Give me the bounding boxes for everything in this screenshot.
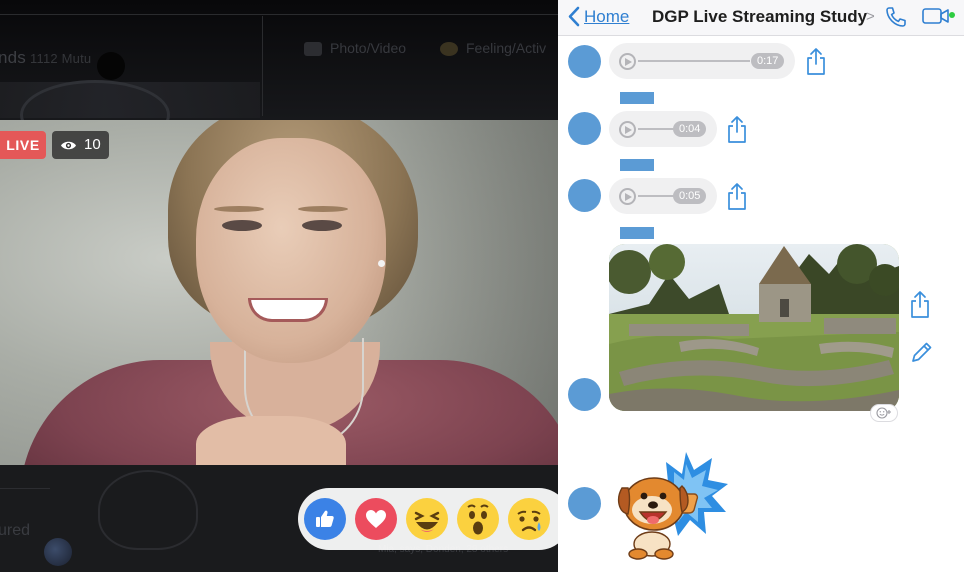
surprised-face-icon <box>467 504 489 535</box>
play-icon[interactable] <box>619 121 636 138</box>
back-label: Home <box>584 6 630 26</box>
back-button[interactable]: Home <box>568 6 629 27</box>
photo-message[interactable] <box>609 244 899 411</box>
add-reaction-button[interactable] <box>870 404 898 422</box>
video-smile <box>248 298 328 322</box>
live-badge: LIVE <box>0 131 46 159</box>
heart-icon <box>366 510 386 528</box>
puppy-thumbs-up-sticker <box>617 452 728 560</box>
sender-name-tag <box>620 159 654 171</box>
viewer-count-badge: 10 <box>52 131 109 159</box>
sender-name-tag <box>620 227 654 239</box>
background-friends-text: nds 1112 Mutu <box>0 48 92 67</box>
audio-track <box>638 128 678 130</box>
video-face <box>196 138 386 363</box>
live-stream-panel: nds 1112 Mutu Photo/Video Feeling/Activ L… <box>0 0 558 572</box>
video-brow-right <box>298 206 348 212</box>
background-divider <box>0 14 558 15</box>
video-camera-icon <box>922 8 949 24</box>
sad-face-icon <box>517 510 541 532</box>
background-line <box>0 488 50 489</box>
active-status-dot <box>949 12 955 18</box>
thumbs-up-icon <box>316 510 334 527</box>
share-button[interactable] <box>806 47 826 80</box>
play-icon[interactable] <box>619 188 636 205</box>
sad-reaction-button[interactable] <box>508 498 550 540</box>
phone-call-button[interactable] <box>884 5 908 34</box>
video-eye-right <box>302 220 342 231</box>
live-video[interactable] <box>0 120 558 465</box>
audio-message[interactable]: 0:17 <box>609 43 795 79</box>
video-call-button[interactable] <box>922 7 950 30</box>
nav-bar: Home DGP Live Streaming Study > <box>558 0 964 36</box>
edit-button[interactable] <box>910 340 934 369</box>
share-icon <box>911 291 929 318</box>
background-sticker-outline <box>98 470 198 550</box>
background-avatar <box>97 52 125 80</box>
messenger-panel: Home DGP Live Streaming Study > 0:17 0:0… <box>558 0 964 572</box>
sticker-message[interactable] <box>608 450 730 565</box>
title-chevron-icon: > <box>866 8 875 25</box>
viewer-count: 10 <box>84 136 101 153</box>
audio-message[interactable]: 0:05 <box>609 178 717 214</box>
eye-icon <box>61 141 76 149</box>
audio-duration: 0:17 <box>751 53 785 69</box>
sender-avatar[interactable] <box>568 378 601 411</box>
video-brow-left <box>214 206 264 212</box>
background-divider-vertical <box>262 16 263 116</box>
photo-video-icon <box>304 42 322 56</box>
audio-duration: 0:04 <box>673 121 707 137</box>
conversation-title[interactable]: DGP Live Streaming Study <box>652 7 867 27</box>
haha-reaction-button[interactable] <box>406 498 448 540</box>
background-feeling: Feeling/Activ <box>466 40 547 56</box>
audio-track <box>638 195 678 197</box>
wow-reaction-button[interactable] <box>457 498 499 540</box>
audio-message[interactable]: 0:04 <box>609 111 717 147</box>
background-photo-video: Photo/Video <box>330 40 407 56</box>
share-icon <box>728 183 746 210</box>
laughing-face-icon <box>414 511 440 532</box>
love-reaction-button[interactable] <box>355 498 397 540</box>
video-hand <box>196 416 346 465</box>
audio-duration: 0:05 <box>673 188 707 204</box>
share-button[interactable] <box>727 115 747 148</box>
share-button[interactable] <box>910 290 930 323</box>
feeling-icon <box>440 42 458 56</box>
sender-avatar[interactable] <box>568 487 601 520</box>
sender-avatar[interactable] <box>568 112 601 145</box>
ruins-photo <box>609 244 899 411</box>
audio-track <box>638 60 750 62</box>
share-icon <box>807 48 825 75</box>
video-eye-left <box>222 220 262 231</box>
smiley-plus-icon <box>876 407 891 419</box>
share-button[interactable] <box>727 182 747 215</box>
phone-icon <box>886 7 906 27</box>
background-globe <box>44 538 72 566</box>
sender-avatar[interactable] <box>568 45 601 78</box>
video-earring <box>378 260 385 267</box>
sender-avatar[interactable] <box>568 179 601 212</box>
pencil-icon <box>912 342 932 362</box>
like-reaction-button[interactable] <box>304 498 346 540</box>
play-icon[interactable] <box>619 53 636 70</box>
share-icon <box>728 116 746 143</box>
sender-name-tag <box>620 92 654 104</box>
background-featured-text: ured <box>0 522 31 539</box>
chevron-left-icon <box>568 6 580 27</box>
